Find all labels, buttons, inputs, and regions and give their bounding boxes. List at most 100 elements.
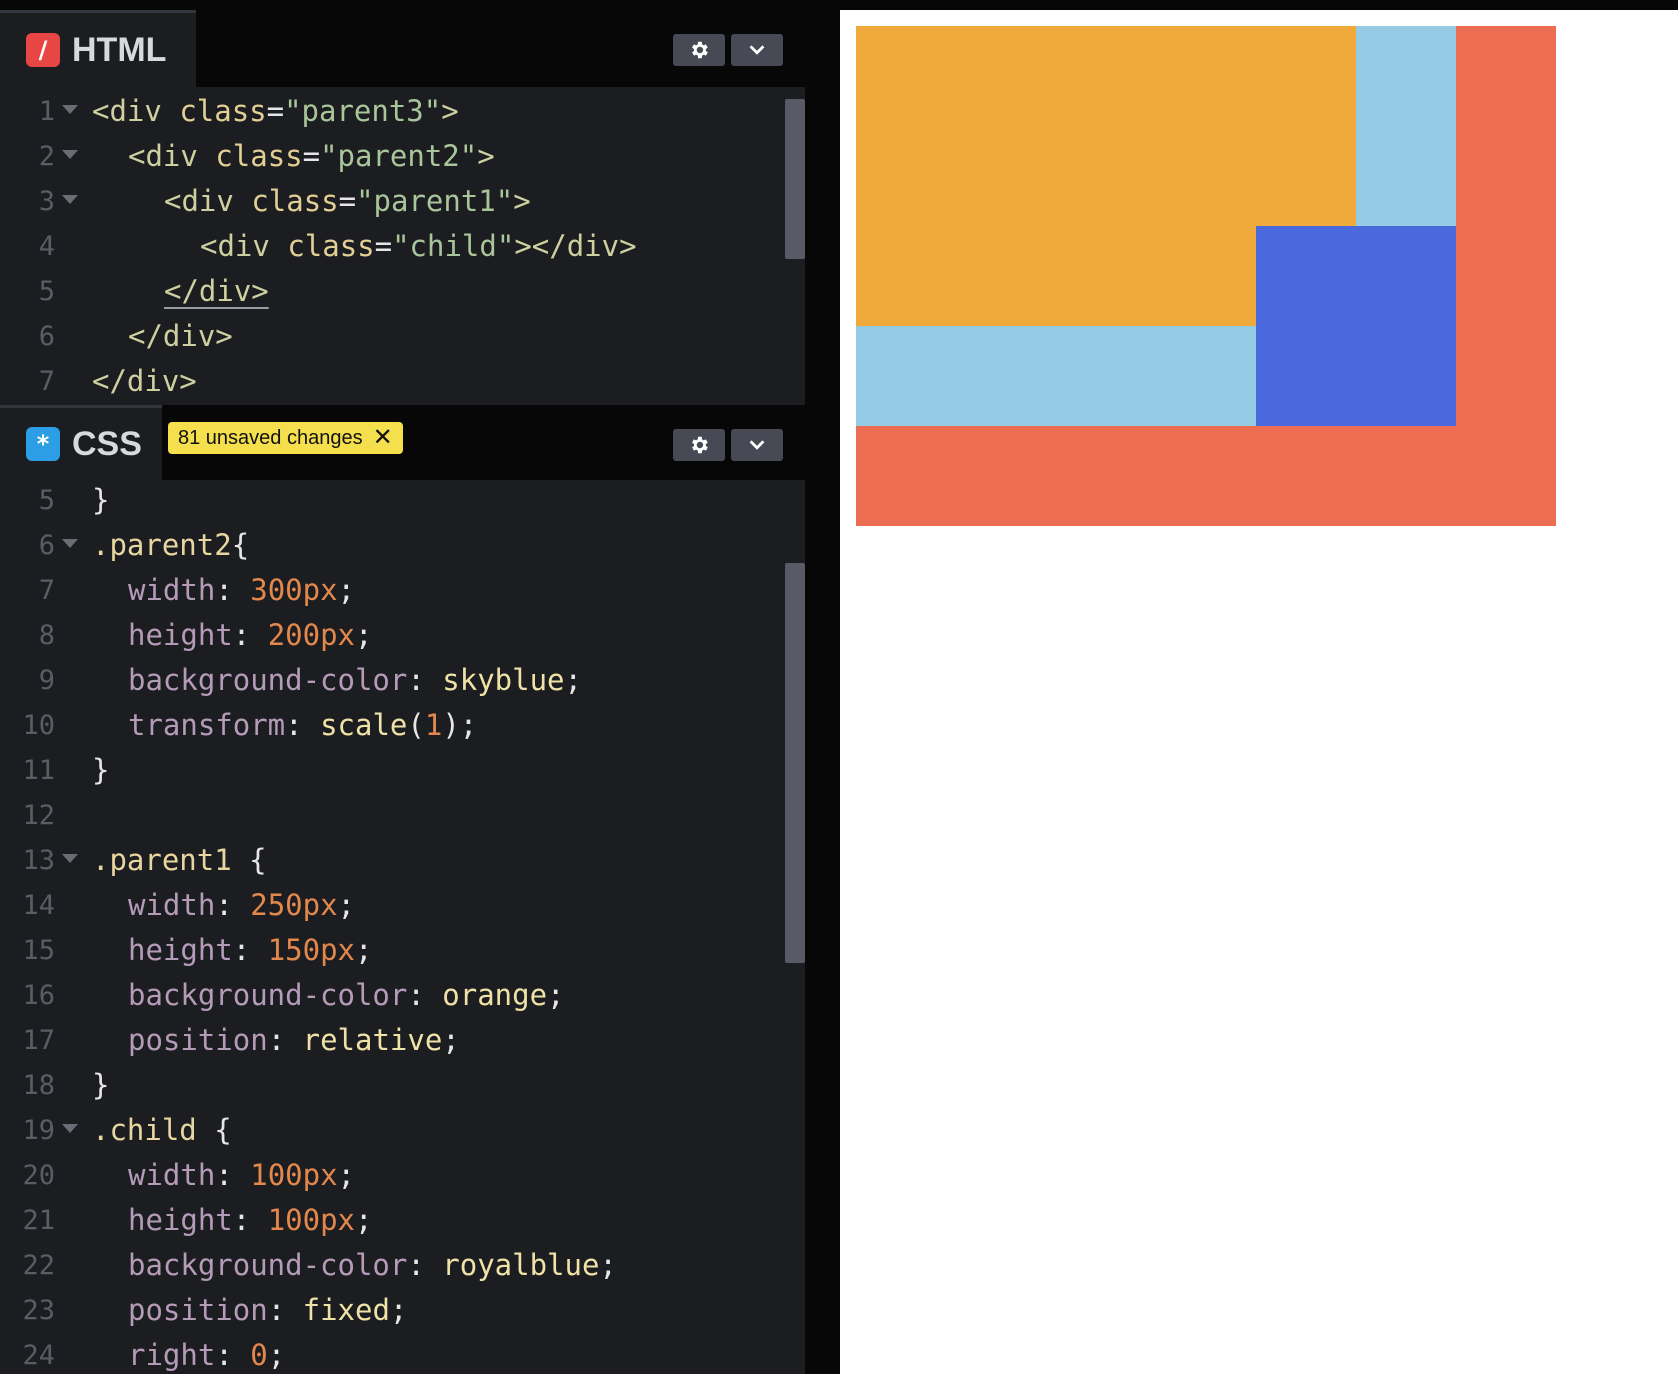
code-line[interactable]: 13 .parent1 { bbox=[0, 838, 780, 883]
line-number: 23 bbox=[22, 1295, 55, 1326]
code-text: width: 300px; bbox=[128, 573, 356, 607]
chevron-down-icon bbox=[749, 440, 765, 450]
fold-arrow-icon[interactable] bbox=[62, 150, 78, 159]
code-text: <div class="parent1"> bbox=[164, 184, 531, 218]
code-line[interactable]: 6 .parent2{ bbox=[0, 523, 780, 568]
css-code-editor[interactable]: 5} 6 .parent2{ 7 width: 300px; 8 height: 200px… bbox=[0, 480, 805, 1374]
html-editor-scrollbar[interactable] bbox=[785, 99, 805, 259]
line-number: 6 bbox=[38, 321, 55, 352]
code-line[interactable]: 22 background-color: royalblue; bbox=[0, 1243, 780, 1288]
code-line[interactable]: 5 </div> bbox=[0, 269, 780, 314]
preview-child-box bbox=[1256, 226, 1456, 426]
line-number: 1 bbox=[38, 96, 55, 127]
code-line[interactable]: 19 .child { bbox=[0, 1108, 780, 1153]
code-text: .child { bbox=[92, 1113, 232, 1147]
html-code-editor[interactable]: 1 <div class="parent3"> 2 <div class="paren… bbox=[0, 87, 805, 405]
code-line[interactable]: 7 </div> bbox=[0, 359, 780, 404]
code-text: background-color: royalblue; bbox=[128, 1248, 617, 1282]
code-line[interactable]: 3 <div class="parent1"> bbox=[0, 179, 780, 224]
line-number: 18 bbox=[22, 1070, 55, 1101]
css-collapse-button[interactable] bbox=[731, 429, 783, 461]
line-number: 13 bbox=[22, 845, 55, 876]
close-icon[interactable]: ✕ bbox=[373, 426, 393, 450]
line-number: 17 bbox=[22, 1025, 55, 1056]
code-line[interactable]: 15 height: 150px; bbox=[0, 928, 780, 973]
code-text: background-color: skyblue; bbox=[128, 663, 582, 697]
line-number: 5 bbox=[38, 276, 55, 307]
window-top-bar bbox=[0, 0, 1678, 10]
code-line[interactable]: 14 width: 250px; bbox=[0, 883, 780, 928]
code-text: right: 0; bbox=[128, 1338, 286, 1372]
line-number: 16 bbox=[22, 980, 55, 1011]
line-number: 4 bbox=[38, 231, 55, 262]
fold-arrow-icon[interactable] bbox=[62, 539, 78, 548]
code-line[interactable]: 9 background-color: skyblue; bbox=[0, 658, 780, 703]
html-collapse-button[interactable] bbox=[731, 34, 783, 66]
gear-icon bbox=[692, 41, 708, 59]
fold-arrow-icon[interactable] bbox=[62, 195, 78, 204]
line-number: 7 bbox=[38, 366, 55, 397]
code-text: <div class="child"></div> bbox=[200, 229, 637, 263]
code-line[interactable]: 1 <div class="parent3"> bbox=[0, 89, 780, 134]
line-number: 6 bbox=[38, 530, 55, 561]
code-line[interactable]: 5} bbox=[0, 480, 780, 523]
editor-column: / HTML 1 <div class="parent3"> 2 <div class… bbox=[0, 10, 805, 1374]
code-line[interactable]: 7 width: 300px; bbox=[0, 568, 780, 613]
line-number: 12 bbox=[22, 800, 55, 831]
html-panel-header: / HTML bbox=[0, 10, 805, 87]
pane-resizer[interactable] bbox=[805, 10, 840, 1374]
code-text: } bbox=[92, 1068, 110, 1102]
code-text: <div class="parent2"> bbox=[128, 139, 495, 173]
html-slash-icon: / bbox=[26, 33, 60, 67]
css-tab[interactable]: * CSS bbox=[0, 405, 162, 480]
unsaved-changes-label: 81 unsaved changes bbox=[178, 426, 363, 449]
code-text: </div> bbox=[128, 319, 233, 353]
code-line[interactable]: 23 position: fixed; bbox=[0, 1288, 780, 1333]
html-settings-button[interactable] bbox=[673, 34, 725, 66]
code-text: .parent2{ bbox=[92, 528, 250, 562]
fold-arrow-icon[interactable] bbox=[62, 1124, 78, 1133]
code-line[interactable]: 24 right: 0; bbox=[0, 1333, 780, 1374]
result-preview bbox=[840, 10, 1678, 1374]
chevron-down-icon bbox=[749, 45, 765, 55]
code-text: .parent1 { bbox=[92, 843, 267, 877]
code-text: } bbox=[92, 483, 110, 517]
code-line[interactable]: 11} bbox=[0, 748, 780, 793]
code-line[interactable]: 12 bbox=[0, 793, 780, 838]
code-text: width: 250px; bbox=[128, 888, 356, 922]
code-line[interactable]: 4 <div class="child"></div> bbox=[0, 224, 780, 269]
fold-arrow-icon[interactable] bbox=[62, 854, 78, 863]
code-line[interactable]: 20 width: 100px; bbox=[0, 1153, 780, 1198]
css-panel-header: * CSS 81 unsaved changes ✕ bbox=[0, 405, 805, 480]
line-number: 20 bbox=[22, 1160, 55, 1191]
code-text: position: relative; bbox=[128, 1023, 460, 1057]
line-number: 19 bbox=[22, 1115, 55, 1146]
line-number: 21 bbox=[22, 1205, 55, 1236]
code-line[interactable]: 17 position: relative; bbox=[0, 1018, 780, 1063]
css-asterisk-icon: * bbox=[26, 427, 60, 461]
code-text: </div> bbox=[92, 364, 197, 398]
html-tab[interactable]: / HTML bbox=[0, 10, 196, 87]
code-line[interactable]: 2 <div class="parent2"> bbox=[0, 134, 780, 179]
code-line[interactable]: 18} bbox=[0, 1063, 780, 1108]
fold-arrow-icon[interactable] bbox=[62, 105, 78, 114]
code-line[interactable]: 8 height: 200px; bbox=[0, 613, 780, 658]
line-number: 3 bbox=[38, 186, 55, 217]
code-text: transform: scale(1); bbox=[128, 708, 478, 742]
code-line[interactable]: 6 </div> bbox=[0, 314, 780, 359]
css-tab-title: CSS bbox=[72, 424, 142, 463]
css-editor-scrollbar[interactable] bbox=[785, 563, 805, 963]
css-settings-button[interactable] bbox=[673, 429, 725, 461]
code-text: position: fixed; bbox=[128, 1293, 408, 1327]
code-line[interactable]: 16 background-color: orange; bbox=[0, 973, 780, 1018]
code-line[interactable]: 21 height: 100px; bbox=[0, 1198, 780, 1243]
code-text: height: 100px; bbox=[128, 1203, 373, 1237]
code-text: height: 150px; bbox=[128, 933, 373, 967]
line-number: 15 bbox=[22, 935, 55, 966]
code-text: background-color: orange; bbox=[128, 978, 565, 1012]
line-number: 2 bbox=[38, 141, 55, 172]
unsaved-changes-badge[interactable]: 81 unsaved changes ✕ bbox=[168, 422, 403, 454]
code-line[interactable]: 10 transform: scale(1); bbox=[0, 703, 780, 748]
line-number: 8 bbox=[38, 620, 55, 651]
line-number: 7 bbox=[38, 575, 55, 606]
